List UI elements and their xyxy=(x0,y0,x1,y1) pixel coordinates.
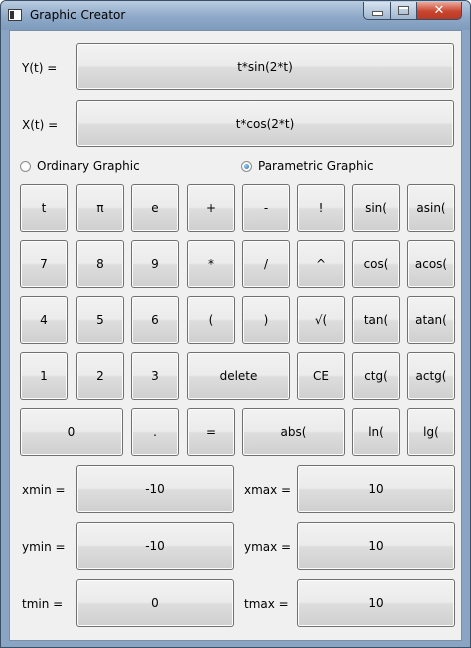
close-icon: ✕ xyxy=(433,3,445,18)
key-divide[interactable]: / xyxy=(242,240,290,288)
key-minus[interactable]: - xyxy=(242,184,290,232)
ymax-label: ymax = xyxy=(244,540,292,554)
key-actg[interactable]: actg( xyxy=(407,352,455,400)
key-pi[interactable]: π xyxy=(76,184,124,232)
key-atan[interactable]: atan( xyxy=(407,296,455,344)
ordinary-graphic-option[interactable]: Ordinary Graphic xyxy=(20,159,140,173)
x-function-label: X(t) = xyxy=(22,118,59,132)
parametric-graphic-radio[interactable] xyxy=(241,160,252,172)
parametric-graphic-label: Parametric Graphic xyxy=(258,159,374,173)
key-2[interactable]: 2 xyxy=(76,352,124,400)
key-plus[interactable]: + xyxy=(187,184,235,232)
minimize-button[interactable] xyxy=(363,2,391,20)
x-function-button[interactable]: t*cos(2*t) xyxy=(76,100,454,147)
key-0[interactable]: 0 xyxy=(20,408,123,456)
minimize-icon xyxy=(371,11,383,16)
key-1[interactable]: 1 xyxy=(20,352,68,400)
key-power[interactable]: ^ xyxy=(297,240,345,288)
delete-button[interactable]: delete xyxy=(187,352,290,400)
ymax-button[interactable]: 10 xyxy=(297,522,455,570)
tmin-button[interactable]: 0 xyxy=(76,579,234,627)
ymin-button[interactable]: -10 xyxy=(76,522,234,570)
key-5[interactable]: 5 xyxy=(76,296,124,344)
key-equals[interactable]: = xyxy=(187,408,235,456)
key-6[interactable]: 6 xyxy=(131,296,179,344)
xmax-label: xmax = xyxy=(244,483,292,497)
ordinary-graphic-label: Ordinary Graphic xyxy=(37,159,140,173)
key-close-paren[interactable]: ) xyxy=(242,296,290,344)
parametric-graphic-option[interactable]: Parametric Graphic xyxy=(241,159,374,173)
y-function-button[interactable]: t*sin(2*t) xyxy=(76,43,454,90)
key-4[interactable]: 4 xyxy=(20,296,68,344)
window-title: Graphic Creator xyxy=(30,8,126,22)
key-t[interactable]: t xyxy=(20,184,68,232)
key-factorial[interactable]: ! xyxy=(297,184,345,232)
clear-entry-button[interactable]: CE xyxy=(297,352,345,400)
ordinary-graphic-radio[interactable] xyxy=(20,160,31,172)
key-multiply[interactable]: * xyxy=(187,240,235,288)
key-tan[interactable]: tan( xyxy=(352,296,400,344)
close-button[interactable]: ✕ xyxy=(416,2,462,20)
key-cos[interactable]: cos( xyxy=(352,240,400,288)
app-icon xyxy=(8,9,22,21)
key-ln[interactable]: ln( xyxy=(352,408,400,456)
tmax-label: tmax = xyxy=(244,597,289,611)
tmax-button[interactable]: 10 xyxy=(297,579,455,627)
key-decimal[interactable]: . xyxy=(131,408,179,456)
xmin-label: xmin = xyxy=(22,483,66,497)
key-3[interactable]: 3 xyxy=(131,352,179,400)
key-sin[interactable]: sin( xyxy=(352,184,400,232)
key-acos[interactable]: acos( xyxy=(407,240,455,288)
y-function-label: Y(t) = xyxy=(22,61,58,75)
key-sqrt[interactable]: √( xyxy=(297,296,345,344)
key-ctg[interactable]: ctg( xyxy=(352,352,400,400)
xmax-button[interactable]: 10 xyxy=(297,465,455,513)
key-abs[interactable]: abs( xyxy=(242,408,345,456)
key-open-paren[interactable]: ( xyxy=(187,296,235,344)
maximize-icon xyxy=(398,6,409,15)
client-area: Y(t) = t*sin(2*t) X(t) = t*cos(2*t) Ordi… xyxy=(9,30,462,641)
tmin-label: tmin = xyxy=(22,597,64,611)
key-asin[interactable]: asin( xyxy=(407,184,455,232)
key-9[interactable]: 9 xyxy=(131,240,179,288)
xmin-button[interactable]: -10 xyxy=(76,465,234,513)
maximize-button[interactable] xyxy=(390,2,417,20)
key-7[interactable]: 7 xyxy=(20,240,68,288)
title-bar[interactable]: Graphic Creator ✕ xyxy=(1,1,470,30)
key-8[interactable]: 8 xyxy=(76,240,124,288)
key-e[interactable]: e xyxy=(131,184,179,232)
key-lg[interactable]: lg( xyxy=(407,408,455,456)
ymin-label: ymin = xyxy=(22,540,66,554)
app-window: Graphic Creator ✕ Y(t) = t*sin(2*t) X(t)… xyxy=(0,0,471,648)
